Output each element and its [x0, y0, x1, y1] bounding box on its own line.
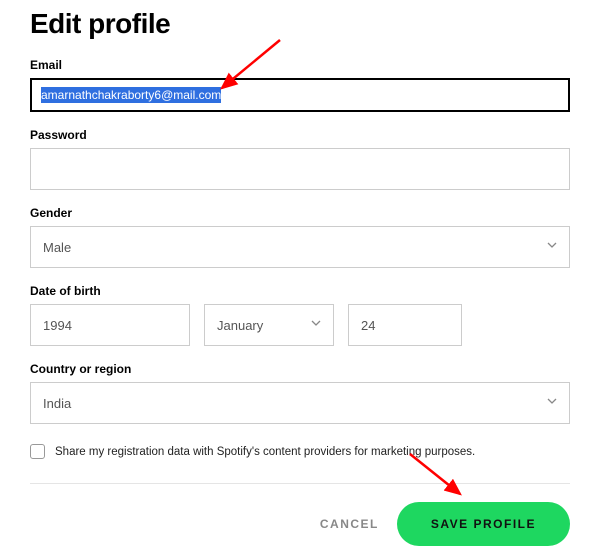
password-group: Password	[30, 128, 570, 190]
dob-month-select[interactable]: January	[204, 304, 334, 346]
dob-label: Date of birth	[30, 284, 570, 298]
marketing-checkbox-row: Share my registration data with Spotify'…	[30, 444, 570, 459]
email-value: amarnathchakraborty6@mail.com	[41, 87, 221, 103]
dob-year-field[interactable]	[30, 304, 190, 346]
cancel-button[interactable]: CANCEL	[320, 517, 379, 531]
dob-group: Date of birth January	[30, 284, 570, 346]
gender-select[interactable]: Male	[30, 226, 570, 268]
email-label: Email	[30, 58, 570, 72]
save-button[interactable]: SAVE PROFILE	[397, 502, 570, 546]
gender-label: Gender	[30, 206, 570, 220]
divider	[30, 483, 570, 484]
password-label: Password	[30, 128, 570, 142]
country-group: Country or region India	[30, 362, 570, 424]
country-label: Country or region	[30, 362, 570, 376]
dob-day-field[interactable]	[348, 304, 462, 346]
country-select[interactable]: India	[30, 382, 570, 424]
email-group: Email amarnathchakraborty6@mail.com	[30, 58, 570, 112]
marketing-checkbox-label: Share my registration data with Spotify'…	[55, 446, 475, 458]
marketing-checkbox[interactable]	[30, 444, 45, 459]
button-row: CANCEL SAVE PROFILE	[30, 502, 570, 546]
password-field[interactable]	[30, 148, 570, 190]
page-title: Edit profile	[30, 8, 570, 40]
gender-group: Gender Male	[30, 206, 570, 268]
email-field[interactable]: amarnathchakraborty6@mail.com	[30, 78, 570, 112]
